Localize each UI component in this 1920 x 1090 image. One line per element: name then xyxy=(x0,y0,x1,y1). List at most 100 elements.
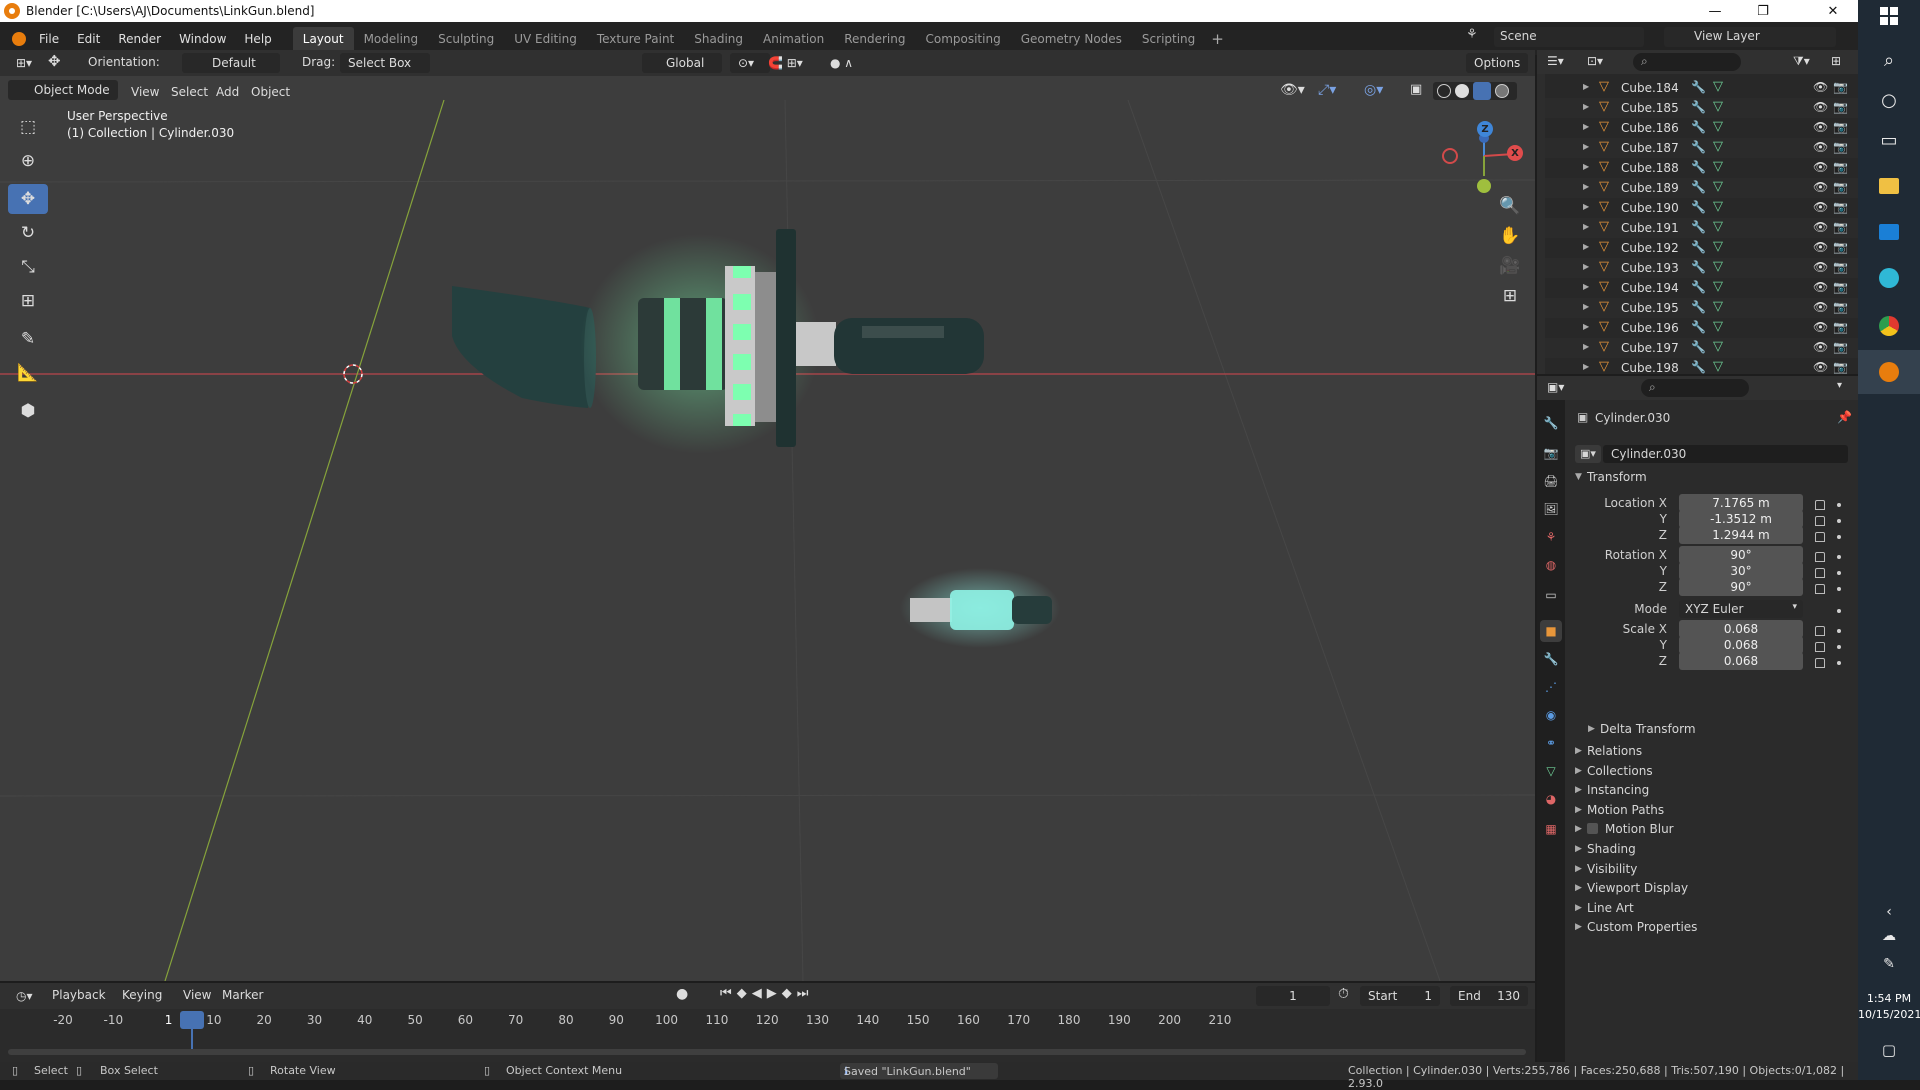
scene-icon[interactable]: ⚘ xyxy=(1466,27,1478,42)
output-tab-icon[interactable]: 🖨 xyxy=(1540,470,1562,492)
keyframe-dot-icon[interactable] xyxy=(1837,587,1841,591)
tab-texture-paint[interactable]: Texture Paint xyxy=(587,27,684,51)
notifications-icon[interactable]: ▢ xyxy=(1875,1036,1903,1064)
rotation-mode-dropdown[interactable]: XYZ Euler ▾ xyxy=(1679,600,1803,618)
chrome-browser-icon[interactable] xyxy=(1875,312,1903,340)
material-tab-icon[interactable]: ◕ xyxy=(1540,788,1562,810)
eye-visibility-icon[interactable]: 👁 xyxy=(1813,360,1828,374)
tab-geometry-nodes[interactable]: Geometry Nodes xyxy=(1011,27,1132,51)
mesh-data-icon[interactable]: ▽ xyxy=(1713,199,1723,214)
viewport-menu-view[interactable]: View xyxy=(131,85,159,99)
outliner-row[interactable]: ▶ ▽ Cube.196 🔧 ▽ 👁 📷 xyxy=(1537,318,1858,338)
data-tab-icon[interactable]: ▽ xyxy=(1540,760,1562,782)
mesh-data-icon[interactable]: ▽ xyxy=(1713,99,1723,114)
tab-animation[interactable]: Animation xyxy=(753,27,834,51)
object-tab-icon[interactable]: ■ xyxy=(1540,620,1562,642)
expand-caret-icon[interactable]: ▶ xyxy=(1583,162,1589,171)
lock-icon[interactable] xyxy=(1815,568,1825,578)
eye-visibility-icon[interactable]: 👁 xyxy=(1813,80,1828,94)
timeline-ruler[interactable]: -20 -10 1 10 20 30 40 50 60 70 80 90 100 110 120 130 140… xyxy=(0,1013,1535,1033)
modifier-icon[interactable]: 🔧 xyxy=(1691,360,1706,374)
delta-transform-caret[interactable]: ▶ xyxy=(1588,724,1595,734)
timeline-menu-keying[interactable]: Keying xyxy=(122,988,162,1002)
panel-expand-caret[interactable]: ▶ xyxy=(1575,922,1582,932)
keyframe-dot-icon[interactable] xyxy=(1837,535,1841,539)
search-icon[interactable]: ⌕ xyxy=(1875,46,1903,74)
editor-type-icon[interactable]: ⊞▾ xyxy=(8,53,40,73)
close-window-button[interactable]: ✕ xyxy=(1810,0,1856,22)
gizmo-toggle-icon[interactable]: ⤢▾ xyxy=(1318,82,1336,98)
new-collection-icon[interactable]: ⊞ xyxy=(1831,54,1841,68)
particles-tab-icon[interactable]: ⋰ xyxy=(1540,676,1562,698)
outliner-row[interactable]: ▶ ▽ Cube.192 🔧 ▽ 👁 📷 xyxy=(1537,238,1858,258)
camera-render-icon[interactable]: 📷 xyxy=(1833,160,1848,174)
mesh-data-icon[interactable]: ▽ xyxy=(1713,219,1723,234)
camera-render-icon[interactable]: 📷 xyxy=(1833,280,1848,294)
tab-scripting[interactable]: Scripting xyxy=(1132,27,1205,51)
clock-time[interactable]: 1:54 PM xyxy=(1858,992,1920,1005)
mesh-data-icon[interactable]: ▽ xyxy=(1713,159,1723,174)
tool-tab-icon[interactable]: 🔧 xyxy=(1540,412,1562,434)
expand-caret-icon[interactable]: ▶ xyxy=(1583,322,1589,331)
outliner-item-name[interactable]: Cube.198 xyxy=(1621,361,1679,375)
eye-visibility-icon[interactable]: 👁 xyxy=(1813,240,1828,254)
outliner-row[interactable]: ▶ ▽ Cube.188 🔧 ▽ 👁 📷 xyxy=(1537,158,1858,178)
proportional-edit-toggle[interactable]: ● ∧ xyxy=(822,53,872,73)
auto-keying-icon[interactable]: ● xyxy=(676,986,688,1002)
menu-render[interactable]: Render xyxy=(109,32,170,46)
mesh-data-icon[interactable]: ▽ xyxy=(1713,319,1723,334)
panel-expand-caret[interactable]: ▶ xyxy=(1575,785,1582,795)
camera-render-icon[interactable]: 📷 xyxy=(1833,220,1848,234)
outliner-item-name[interactable]: Cube.185 xyxy=(1621,101,1679,115)
tab-layout[interactable]: Layout xyxy=(292,26,354,51)
eye-visibility-icon[interactable]: 👁 xyxy=(1813,260,1828,274)
network-icon[interactable]: ☁ xyxy=(1875,922,1903,950)
playhead-marker[interactable] xyxy=(180,1011,204,1029)
outliner-row[interactable]: ▶ ▽ Cube.193 🔧 ▽ 👁 📷 xyxy=(1537,258,1858,278)
keyframe-dot-icon[interactable] xyxy=(1837,503,1841,507)
scale-z-field[interactable]: 0.068 xyxy=(1679,652,1803,670)
outliner-item-name[interactable]: Cube.194 xyxy=(1621,281,1679,295)
outliner-item-name[interactable]: Cube.187 xyxy=(1621,141,1679,155)
texture-tab-icon[interactable]: ▦ xyxy=(1540,818,1562,840)
camera-render-icon[interactable]: 📷 xyxy=(1833,340,1848,354)
rotation-z-field[interactable]: 90° xyxy=(1679,578,1803,596)
panel-title-shading[interactable]: Shading xyxy=(1587,842,1636,856)
keyframe-dot-icon[interactable] xyxy=(1837,645,1841,649)
camera-render-icon[interactable]: 📷 xyxy=(1833,200,1848,214)
lock-icon[interactable] xyxy=(1815,626,1825,636)
panel-expand-caret[interactable]: ▶ xyxy=(1575,824,1582,834)
outliner-row[interactable]: ▶ ▽ Cube.186 🔧 ▽ 👁 📷 xyxy=(1537,118,1858,138)
camera-render-icon[interactable]: 📷 xyxy=(1833,360,1848,374)
constraints-tab-icon[interactable]: ⚭ xyxy=(1540,732,1562,754)
annotate-tool-icon[interactable]: ✎ xyxy=(8,324,48,354)
view-layer-tab-icon[interactable]: 🖼 xyxy=(1540,498,1562,520)
orientation-dropdown[interactable]: Default xyxy=(182,53,280,73)
restore-button[interactable]: ❐ xyxy=(1740,0,1786,22)
keyframe-dot-icon[interactable] xyxy=(1837,555,1841,559)
properties-editor-type-icon[interactable]: ▣▾ xyxy=(1547,380,1564,394)
scale-tool-icon[interactable]: ⤡ xyxy=(8,252,48,282)
expand-caret-icon[interactable]: ▶ xyxy=(1583,282,1589,291)
outliner-search-input[interactable]: ⌕ xyxy=(1633,53,1741,71)
outliner-item-name[interactable]: Cube.184 xyxy=(1621,81,1679,95)
outliner-row[interactable]: ▶ ▽ Cube.189 🔧 ▽ 👁 📷 xyxy=(1537,178,1858,198)
lock-icon[interactable] xyxy=(1815,642,1825,652)
mesh-data-icon[interactable]: ▽ xyxy=(1713,239,1723,254)
minimize-button[interactable]: — xyxy=(1692,0,1738,22)
camera-render-icon[interactable]: 📷 xyxy=(1833,180,1848,194)
mesh-data-icon[interactable]: ▽ xyxy=(1713,339,1723,354)
outliner-row[interactable]: ▶ ▽ Cube.197 🔧 ▽ 👁 📷 xyxy=(1537,338,1858,358)
modifier-icon[interactable]: 🔧 xyxy=(1691,100,1706,114)
panel-title-viewport-display[interactable]: Viewport Display xyxy=(1587,881,1688,895)
edge-browser-icon[interactable] xyxy=(1875,264,1903,292)
tab-modeling[interactable]: Modeling xyxy=(354,27,429,51)
modifier-icon[interactable]: 🔧 xyxy=(1691,320,1706,334)
keyframe-dot-icon[interactable] xyxy=(1837,609,1841,613)
modifier-icon[interactable]: 🔧 xyxy=(1691,180,1706,194)
transform-tool-icon[interactable]: ⊞ xyxy=(8,286,48,316)
outliner-item-name[interactable]: Cube.190 xyxy=(1621,201,1679,215)
camera-render-icon[interactable]: 📷 xyxy=(1833,260,1848,274)
outliner-row[interactable]: ▶ ▽ Cube.185 🔧 ▽ 👁 📷 xyxy=(1537,98,1858,118)
transform-expand-caret[interactable]: ▼ xyxy=(1575,472,1582,482)
